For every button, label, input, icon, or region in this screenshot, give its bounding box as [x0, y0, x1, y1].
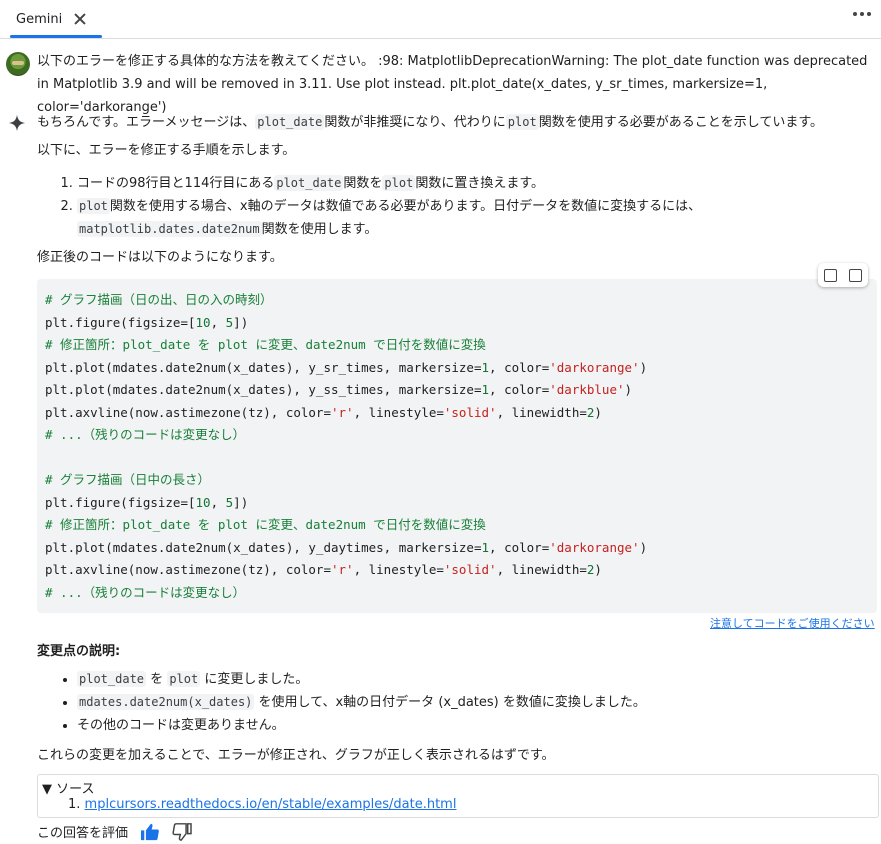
list-item: コードの98行目と114行目にあるplot_date関数をplot関数に置き換え… — [77, 172, 877, 195]
list-item: その他のコードは変更ありません。 — [77, 714, 646, 737]
response-paragraph-2: 以下に、エラーを修正する手順を示します。 — [37, 143, 296, 158]
changes-list: plot_date を plot に変更しました。 mdates.date2nu… — [37, 668, 646, 737]
code-content: # グラフ描画（日の出、日の入の時刻） plt.figure(figsize=[… — [45, 292, 648, 600]
source-item: 1. mplcursors.readthedocs.io/en/stable/e… — [68, 797, 457, 812]
response-paragraph-1: もちろんです。エラーメッセージは、 plot_date 関数が非推奨になり、代わりに… — [37, 114, 824, 130]
rating-bar: この回答を評価 — [37, 822, 192, 841]
response-paragraph-3: 修正後のコードは以下のようになります。 — [37, 250, 283, 265]
conclusion-text: これらの変更を加えることで、エラーが修正され、グラフが正しく表示されるはずです。 — [37, 748, 555, 763]
sources-toggle[interactable]: ▼ ソース — [42, 778, 94, 797]
copy-icon[interactable] — [849, 268, 862, 282]
tab-title: Gemini — [16, 11, 63, 27]
steps-list: コードの98行目と114行目にあるplot_date関数をplot関数に置き換え… — [37, 172, 877, 241]
list-item: plot関数を使用する場合、x軸のデータは数値である必要があります。日付データを… — [77, 195, 877, 241]
user-avatar — [6, 52, 30, 76]
close-icon[interactable] — [72, 11, 88, 27]
export-icon[interactable] — [824, 268, 837, 282]
thumbs-down-icon[interactable] — [172, 822, 192, 841]
active-tab-indicator — [10, 35, 102, 38]
more-options-icon[interactable] — [853, 12, 871, 16]
source-link[interactable]: mplcursors.readthedocs.io/en/stable/exam… — [85, 797, 457, 812]
gemini-sparkle-icon — [8, 114, 26, 132]
code-caution-link[interactable]: 注意してコードをご使用ください — [710, 615, 875, 631]
changes-heading: 変更点の説明: — [37, 644, 121, 659]
tab-gemini[interactable]: Gemini — [16, 0, 88, 38]
list-item: mdates.date2num(x_dates) を使用して、x軸の日付データ … — [77, 691, 646, 714]
list-item: plot_date を plot に変更しました。 — [77, 668, 646, 691]
tab-bar: Gemini — [0, 0, 881, 39]
code-actions — [818, 263, 868, 287]
sources-panel: ▼ ソース 1. mplcursors.readthedocs.io/en/st… — [37, 774, 879, 818]
rating-label: この回答を評価 — [37, 826, 129, 841]
user-prompt: 以下のエラーを修正する具体的な方法を教えてください。 :98: Matplotl… — [37, 54, 868, 115]
thumbs-up-icon[interactable] — [140, 823, 160, 841]
